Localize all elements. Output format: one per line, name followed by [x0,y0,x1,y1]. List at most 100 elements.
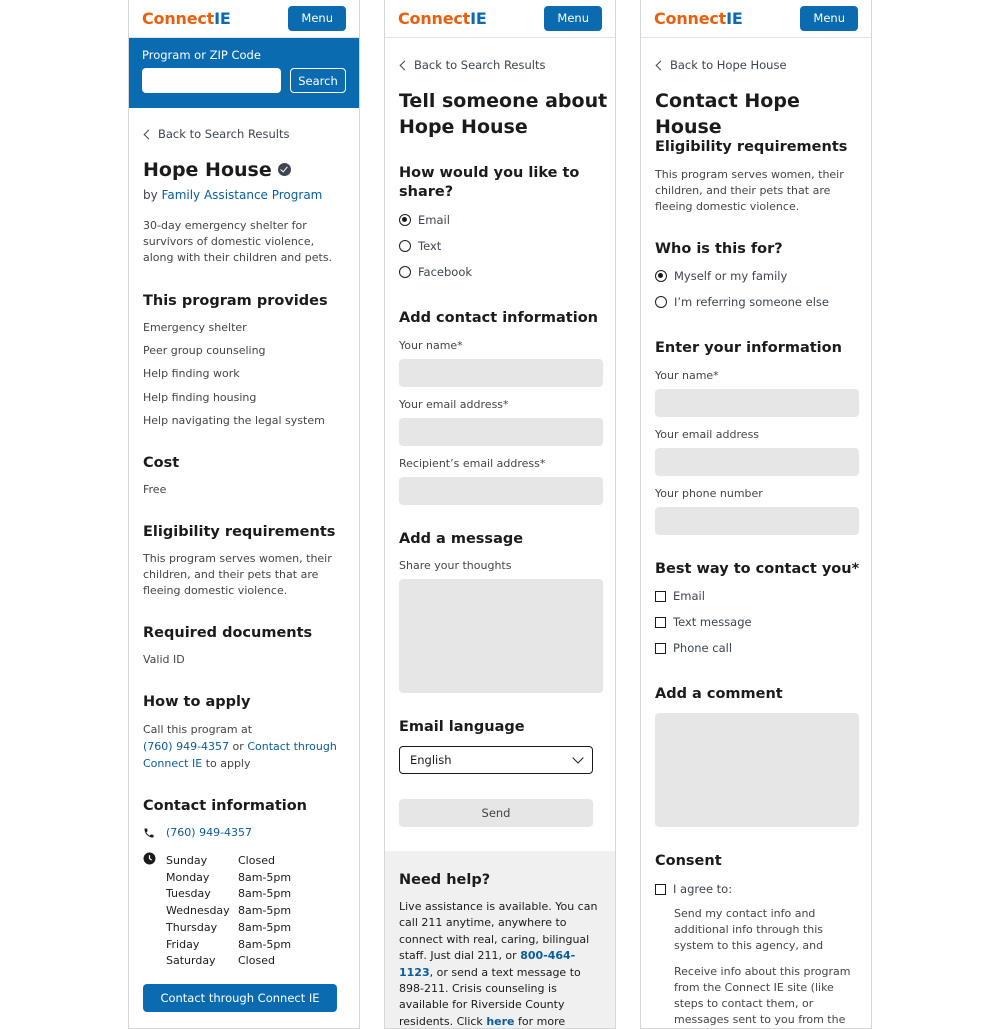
share-heading: How would you like to share? [399,165,580,200]
back-to-results-link[interactable]: Back to Search Results [399,58,545,72]
top-bar: ConnectIE Menu [385,0,615,38]
help-box: Need help? Live assistance is available.… [385,851,615,1028]
program-title: Hope House [143,159,272,181]
contact-option-email[interactable]: Email [655,589,705,603]
top-bar: ConnectIE Menu [129,0,359,38]
list-item: Peer group counseling [143,344,266,358]
contact-phone-link[interactable]: (760) 949-4357 [166,826,252,839]
name-field[interactable] [399,359,603,387]
share-program-screen: ConnectIE Menu Back to Search Results Te… [384,0,616,1029]
contact-option-phone[interactable]: Phone call [655,641,732,655]
program-description: 30-day emergency shelter for survivors o… [143,219,333,264]
who-option-referring[interactable]: I’m referring someone else [655,295,829,309]
top-bar: ConnectIE Menu [641,0,871,38]
search-bar: Program or ZIP Code Search [129,38,359,108]
radio-icon [399,240,411,252]
phone-icon [144,828,154,837]
menu-button[interactable]: Menu [544,6,602,31]
consent-item-2: Receive info about this program from the… [674,965,851,1026]
menu-button[interactable]: Menu [288,6,346,31]
email-field[interactable] [655,448,859,476]
email-field[interactable] [399,418,603,446]
documents-value: Valid ID [143,653,185,666]
eligibility-heading: Eligibility requirements [143,524,336,540]
provides-heading: This program provides [143,293,328,309]
eligibility-text: This program serves women, their childre… [655,168,844,213]
back-to-program-link[interactable]: Back to Hope House [655,58,787,72]
connectie-logo[interactable]: ConnectIE [398,9,487,28]
page-title: Tell someone about Hope House [399,90,608,138]
share-option-text[interactable]: Text [399,239,441,253]
hours-row: Tuesday 8am-5pm [166,887,292,901]
hours-row: Saturday Closed [166,954,275,968]
contact-option-text[interactable]: Text message [655,615,752,629]
search-input[interactable] [142,68,281,93]
contact-program-screen: ConnectIE Menu Back to Hope House Contac… [640,0,872,1029]
email-label: Your email address* [399,398,509,411]
chevron-left-icon [143,129,154,139]
help-heading: Need help? [399,872,491,888]
list-item: Emergency shelter [143,321,247,334]
message-label: Share your thoughts [399,559,512,572]
menu-button[interactable]: Menu [800,6,858,31]
verified-check-icon [277,163,291,176]
recipient-email-field[interactable] [399,477,603,505]
language-heading: Email language [399,719,525,735]
hours-row: Friday 8am-5pm [166,937,292,951]
cost-heading: Cost [143,455,180,471]
consent-checkbox[interactable]: I agree to: [655,882,732,896]
language-select[interactable]: English [399,746,593,774]
who-option-myself[interactable]: Myself or my family [655,269,787,283]
radio-selected-icon [655,270,667,282]
who-heading: Who is this for? [655,241,783,257]
name-field[interactable] [655,389,859,417]
apply-heading: How to apply [143,694,251,710]
consent-heading: Consent [655,853,722,869]
chevron-down-icon [572,751,584,764]
connectie-logo[interactable]: ConnectIE [654,9,743,28]
share-option-email[interactable]: Email [399,213,450,227]
email-label: Your email address [655,428,760,441]
name-label: Your name* [399,339,463,352]
radio-icon [399,266,411,278]
phone-label: Your phone number [655,487,763,500]
chevron-left-icon [399,60,410,70]
clock-icon [143,852,156,865]
page-title: Contact Hope House [655,90,800,138]
cost-value: Free [143,483,167,496]
contact-through-connectie-button[interactable]: Contact through Connect IE [143,984,337,1012]
radio-selected-icon [399,214,411,226]
hours-row: Monday 8am-5pm [166,870,292,884]
share-option-facebook[interactable]: Facebook [399,265,472,279]
checkbox-icon [655,642,666,654]
message-textarea[interactable] [399,579,603,693]
apply-phone-link[interactable]: (760) 949-4357 [143,740,229,753]
documents-heading: Required documents [143,625,313,641]
comment-textarea[interactable] [655,713,859,827]
search-button[interactable]: Search [290,68,346,93]
back-to-results-link[interactable]: Back to Search Results [143,127,289,141]
connectie-logo[interactable]: ConnectIE [142,9,231,28]
hours-row: Thursday 8am-5pm [166,920,292,934]
message-heading: Add a message [399,531,524,547]
list-item: Help finding housing [143,390,257,404]
checkbox-icon [655,616,666,628]
consent-item-1: Send my contact info and additional info… [674,907,824,952]
checkbox-icon [655,883,666,895]
eligibility-text: This program serves women, their childre… [143,552,332,597]
eligibility-heading: Eligibility requirements [655,139,848,155]
list-item: Help finding work [143,367,240,381]
apply-text: Call this program at (760) 949-4357 or C… [143,723,337,770]
send-button[interactable]: Send [399,799,593,827]
hours-row: Wednesday 8am-5pm [166,904,292,918]
contact-method-heading: Best way to contact you* [655,561,860,577]
provides-list: Emergency shelter Peer group counseling … [143,320,325,436]
radio-icon [655,296,667,308]
comment-heading: Add a comment [655,686,783,702]
name-label: Your name* [655,369,719,382]
hours-row: Sunday Closed [166,854,275,867]
search-label: Program or ZIP Code [142,48,261,62]
provider-link[interactable]: Family Assistance Program [162,188,323,202]
help-here-link[interactable]: here [486,1015,514,1028]
phone-field[interactable] [655,507,859,535]
